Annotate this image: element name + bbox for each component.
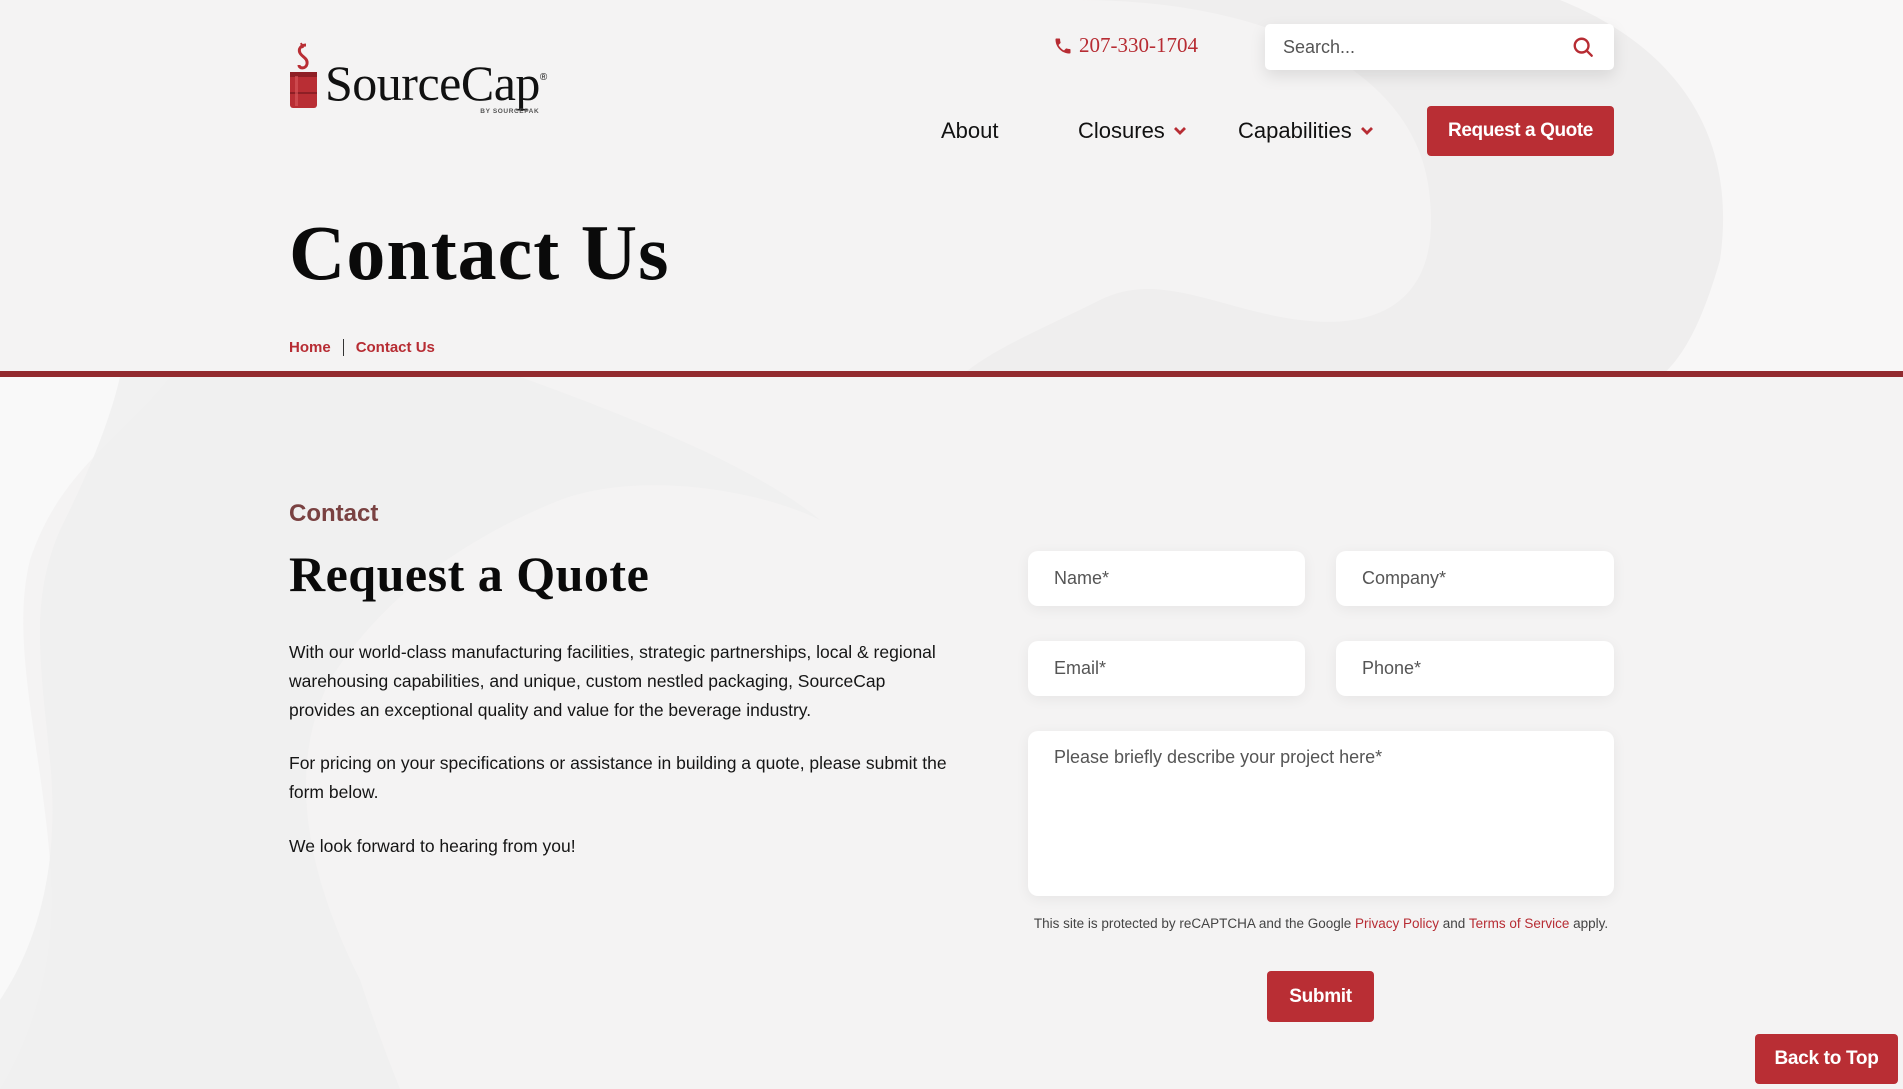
chevron-down-icon	[1360, 127, 1373, 135]
terms-of-service-link[interactable]: Terms of Service	[1469, 916, 1570, 931]
company-field[interactable]	[1336, 551, 1614, 606]
nav-capabilities-label: Capabilities	[1238, 118, 1352, 143]
cap-logo-icon	[290, 42, 317, 108]
breadcrumb-separator	[342, 339, 344, 356]
recaptcha-prefix: This site is protected by reCAPTCHA and …	[1033, 916, 1355, 931]
privacy-policy-link[interactable]: Privacy Policy	[1355, 916, 1439, 931]
phone-field[interactable]	[1336, 641, 1614, 696]
search-input[interactable]	[1283, 36, 1570, 58]
recaptcha-suffix: apply.	[1569, 916, 1609, 931]
background-wave-shapes	[0, 0, 1903, 1089]
nav-closures[interactable]: Closures	[1078, 118, 1187, 144]
registered-mark: ®	[539, 72, 548, 83]
name-field[interactable]	[1028, 551, 1305, 606]
nav-closures-label: Closures	[1078, 118, 1165, 143]
search-box	[1265, 24, 1614, 70]
phone-icon	[1055, 38, 1071, 53]
pricing-paragraph: For pricing on your specifications or as…	[289, 753, 947, 802]
logo-tagline: BY SOURCEPAK	[480, 108, 540, 115]
project-description-field[interactable]	[1028, 731, 1614, 896]
back-to-top-button[interactable]: Back to Top	[1755, 1034, 1898, 1084]
recaptcha-notice: This site is protected by reCAPTCHA and …	[1028, 916, 1614, 931]
breadcrumb: Home Contact Us	[289, 339, 435, 356]
intro-paragraph: With our world-class manufacturing facil…	[289, 642, 936, 720]
phone-number: 207-330-1704	[1079, 33, 1198, 57]
closing-paragraph: We look forward to hearing from you!	[289, 836, 576, 856]
request-quote-button[interactable]: Request a Quote	[1427, 106, 1614, 156]
section-divider	[0, 371, 1903, 377]
nav-about[interactable]: About	[941, 118, 999, 144]
section-eyebrow: Contact	[289, 500, 379, 527]
search-button[interactable]	[1570, 34, 1596, 60]
phone-link[interactable]: 207-330-1704	[1053, 33, 1198, 58]
breadcrumb-current[interactable]: Contact Us	[356, 339, 435, 356]
page-title: Contact Us	[289, 209, 670, 296]
search-icon	[1573, 37, 1593, 57]
submit-button[interactable]: Submit	[1267, 971, 1374, 1022]
nav-about-label: About	[941, 118, 999, 143]
chevron-down-icon	[1173, 127, 1186, 135]
nav-capabilities[interactable]: Capabilities	[1238, 118, 1374, 144]
sourcecap-logo[interactable]: SourceCap® BY SOURCEPAK	[289, 40, 564, 118]
section-title: Request a Quote	[289, 546, 650, 602]
logo-wordmark: SourceCap	[325, 55, 540, 111]
breadcrumb-home[interactable]: Home	[289, 339, 331, 356]
email-field[interactable]	[1028, 641, 1305, 696]
recaptcha-middle: and	[1439, 916, 1469, 931]
